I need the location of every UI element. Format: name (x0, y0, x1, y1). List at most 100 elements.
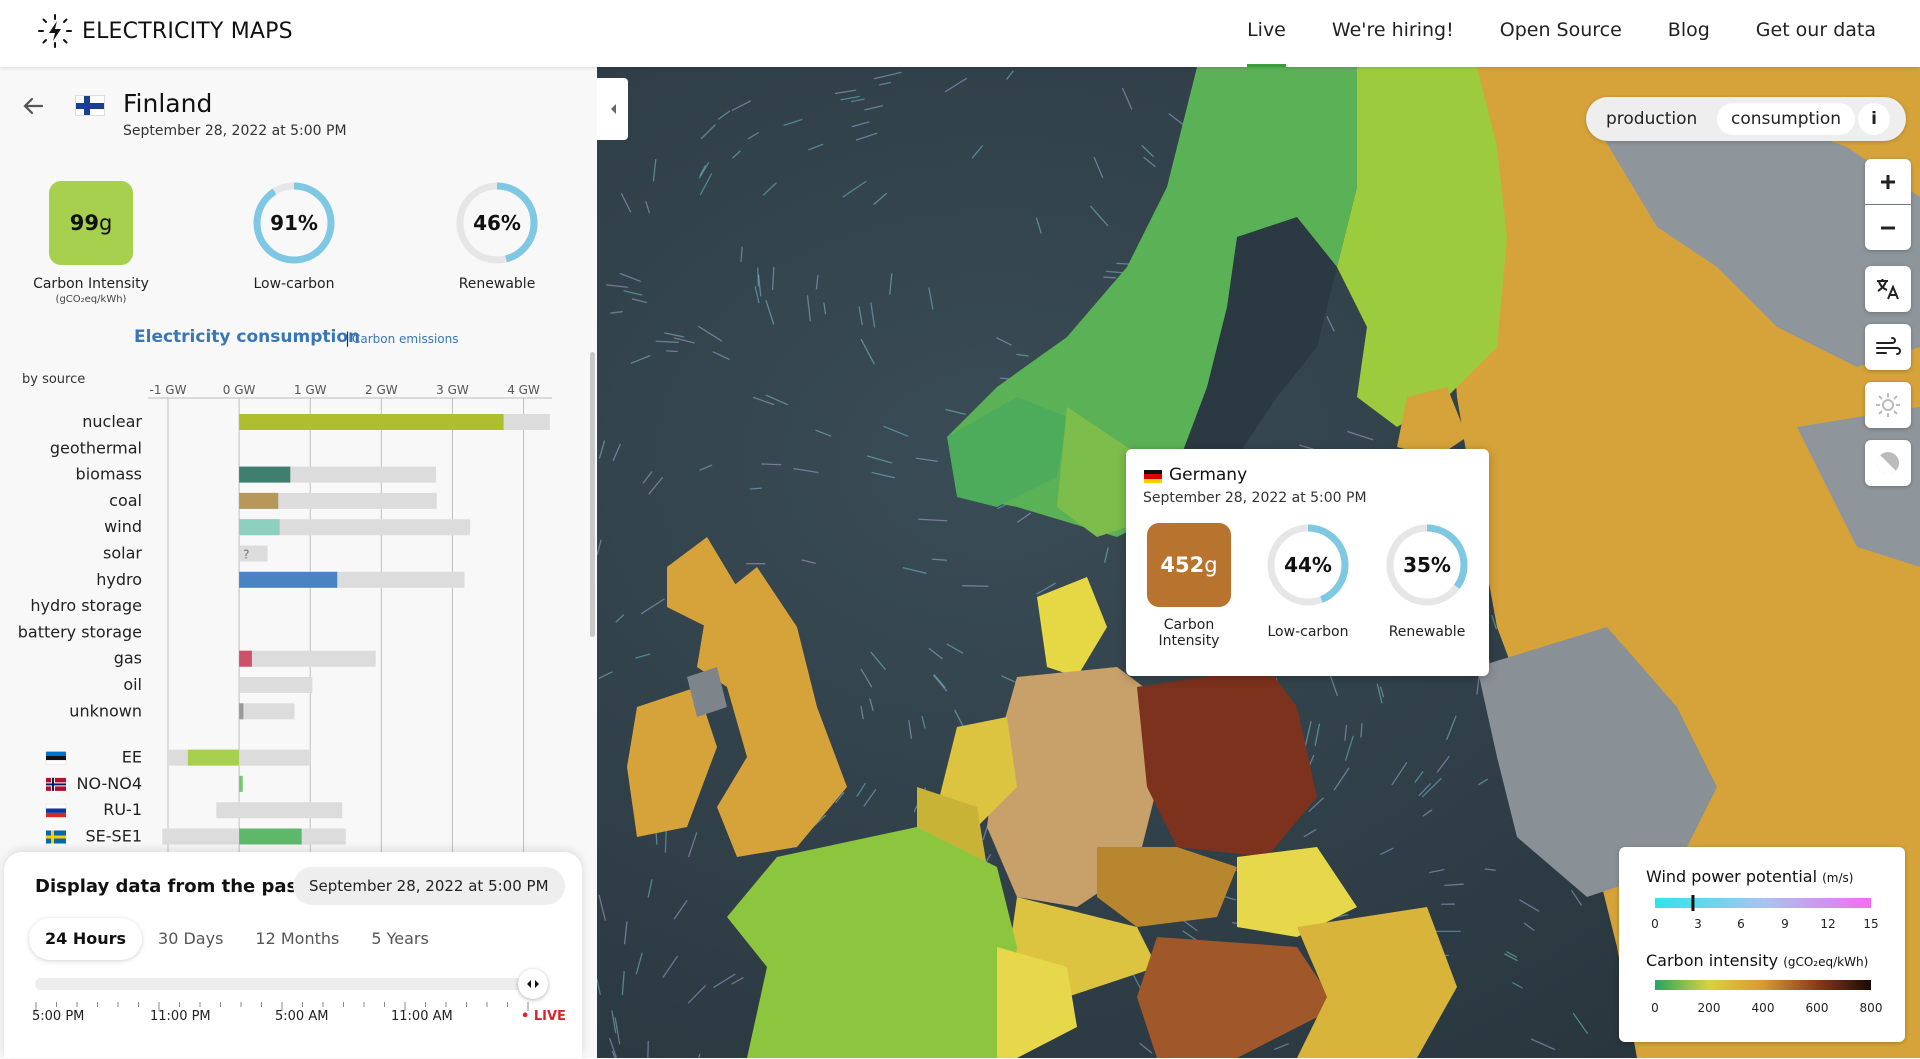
wind-tick: 3 (1694, 917, 1702, 931)
carbon-scale-bar (1655, 978, 1871, 992)
source-label: hydro (96, 570, 142, 589)
production-bar (239, 651, 252, 667)
map-legend: Wind power potential (m/s) 0 3 6 9 12 15… (1619, 847, 1905, 1042)
flag-stripe (46, 752, 66, 756)
tab-12-months[interactable]: 12 Months (239, 918, 355, 960)
germany-flag-icon (1144, 470, 1162, 483)
tooltip-date: September 28, 2022 at 5:00 PM (1143, 490, 1367, 506)
flag-cross (46, 783, 66, 785)
production-bar (239, 493, 278, 509)
time-slider-handle[interactable] (518, 969, 548, 999)
wind-scale-bar (1655, 895, 1871, 911)
flag-stripe (46, 813, 66, 817)
live-indicator[interactable]: • LIVE (521, 1009, 566, 1024)
wind-legend-unit: (m/s) (1822, 871, 1853, 885)
source-label: nuclear (82, 412, 142, 431)
tooltip-renewable-value: 35% (1384, 522, 1470, 608)
dark-mode-button[interactable] (1865, 440, 1911, 486)
time-controller: Display data from the past September 28,… (4, 852, 582, 1058)
flag-stripe (46, 760, 66, 764)
exchange-label: NO-NO4 (76, 774, 142, 793)
renewable-value: 46% (454, 180, 540, 266)
live-label: LIVE (534, 1009, 566, 1024)
exchange-flag-icon (46, 778, 66, 791)
x-tick-label: 1 GW (294, 383, 327, 397)
live-dot: • (521, 1009, 529, 1024)
source-label: wind (104, 517, 142, 536)
carbon-intensity-label: Carbon Intensity (21, 276, 161, 292)
tooltip-zone-name: Germany (1169, 465, 1247, 485)
unknown-marker: ? (243, 548, 249, 562)
exchange-bar (188, 750, 239, 766)
exchange-label: EE (122, 748, 142, 767)
logo[interactable]: ELECTRICITY MAPS (38, 14, 293, 48)
production-consumption-toggle: production consumption i (1586, 97, 1906, 141)
carbon-intensity-value: 99 (70, 211, 99, 235)
capacity-bar (239, 651, 376, 667)
tab-24-hours[interactable]: 24 Hours (29, 918, 142, 960)
solar-layer-button[interactable] (1865, 382, 1911, 428)
exchange-capacity-bar (216, 802, 342, 818)
exchange-bar (239, 776, 243, 792)
flag-stripe (46, 809, 66, 813)
toggle-production[interactable]: production (1592, 103, 1711, 135)
wind-legend-title-text: Wind power potential (1646, 867, 1817, 886)
flag-stripe (46, 756, 66, 760)
toggle-consumption[interactable]: consumption (1717, 103, 1855, 135)
tab-carbon-emissions[interactable]: Carbon emissions (352, 332, 459, 346)
main-nav: Live We're hiring! Open Source Blog Get … (1247, 0, 1876, 67)
production-bar (239, 467, 290, 483)
nav-open-source[interactable]: Open Source (1500, 0, 1622, 67)
nav-live[interactable]: Live (1247, 0, 1286, 67)
logo-text: ELECTRICITY MAPS (82, 19, 293, 44)
wind-tick: 6 (1737, 917, 1745, 931)
wind-streak (758, 268, 759, 286)
lightning-logo-icon (38, 14, 72, 48)
carbon-intensity-box: 99g (49, 181, 133, 265)
tooltip-low-carbon-label: Low-carbon (1248, 624, 1368, 640)
carbon-tick: 800 (1860, 1001, 1883, 1015)
source-label: gas (114, 649, 142, 668)
nav-get-data[interactable]: Get our data (1756, 0, 1876, 67)
tab-5-years[interactable]: 5 Years (355, 918, 444, 960)
carbon-intensity-unit: g (99, 211, 112, 235)
selected-datetime: September 28, 2022 at 5:00 PM (293, 867, 565, 905)
tooltip-ci-unit: g (1204, 553, 1217, 577)
exchange-flag-icon (46, 752, 66, 765)
back-arrow-icon[interactable] (20, 93, 46, 119)
nav-blog[interactable]: Blog (1668, 0, 1710, 67)
x-tick-label: 4 GW (507, 383, 540, 397)
nav-hiring[interactable]: We're hiring! (1332, 0, 1454, 67)
tooltip-ci-label: Carbon Intensity (1139, 617, 1239, 649)
production-bar (239, 703, 243, 719)
zoom-in-button[interactable] (1865, 159, 1911, 204)
production-bar (239, 414, 504, 430)
wind-tick: 0 (1651, 917, 1659, 931)
flag-cross (46, 836, 66, 839)
zoom-out-button[interactable] (1865, 205, 1911, 250)
time-controller-title: Display data from the past (35, 876, 306, 897)
carbon-intensity-sublabel: (gCO₂eq/kWh) (21, 294, 161, 305)
tab-electricity-consumption[interactable]: Electricity consumption (134, 327, 360, 347)
x-tick-label: 0 GW (223, 383, 256, 397)
drag-arrows-icon (526, 979, 540, 989)
wind-layer-button[interactable] (1865, 324, 1911, 370)
source-label: solar (103, 544, 142, 563)
time-axis-label: 5:00 PM (32, 1009, 84, 1024)
source-label: biomass (76, 465, 142, 484)
chevron-left-icon (608, 102, 618, 116)
zone-date: September 28, 2022 at 5:00 PM (123, 123, 347, 139)
tab-30-days[interactable]: 30 Days (142, 918, 239, 960)
panel-scrollbar[interactable] (590, 352, 595, 637)
wind-streak (750, 488, 761, 489)
renewable-label: Renewable (434, 276, 560, 292)
language-button[interactable] (1865, 266, 1911, 312)
wind-streak (963, 586, 988, 587)
collapse-panel-button[interactable] (597, 78, 628, 140)
finland-flag-icon (75, 95, 105, 116)
info-icon[interactable]: i (1858, 103, 1890, 135)
time-axis-label: 5:00 AM (275, 1009, 328, 1024)
carbon-legend-unit: (gCO₂eq/kWh) (1783, 955, 1868, 969)
time-slider-track[interactable] (35, 978, 529, 990)
x-tick-label: 2 GW (365, 383, 398, 397)
